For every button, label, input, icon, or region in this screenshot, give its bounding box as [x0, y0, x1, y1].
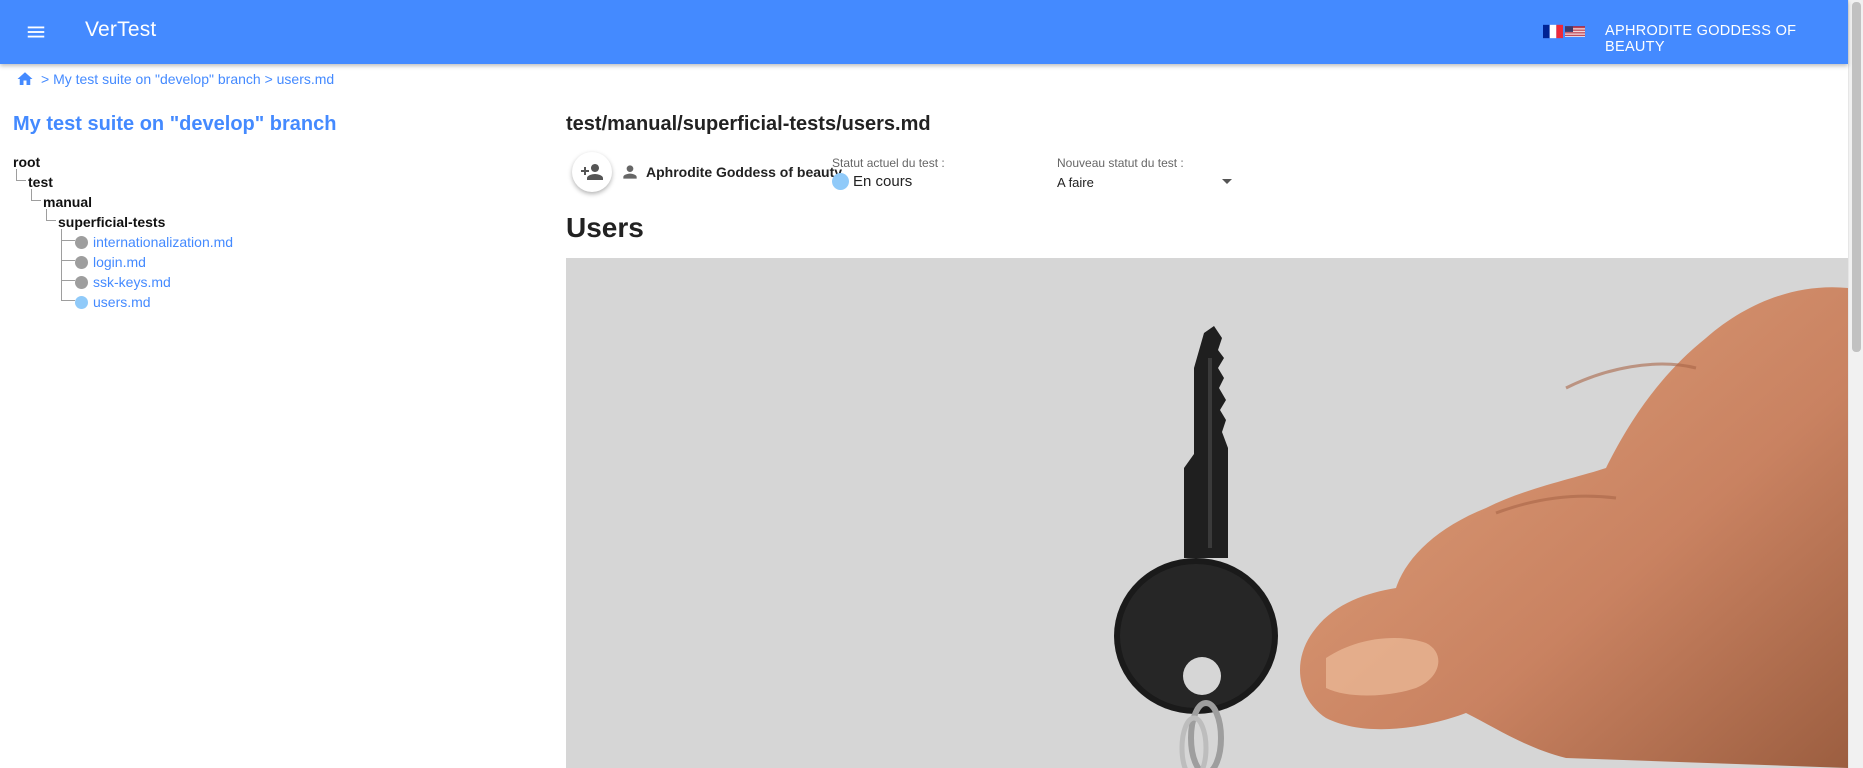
new-status: Nouveau statut du test : A faire: [1057, 156, 1232, 196]
file-path-title: test/manual/superficial-tests/users.md: [566, 113, 931, 135]
user-menu-button[interactable]: APHRODITE GODDESS OF BEAUTY: [1605, 23, 1848, 55]
current-status-label: En cours: [853, 173, 913, 190]
tree-file-label: ssk-keys.md: [93, 274, 171, 290]
new-status-caption: Nouveau statut du test :: [1057, 156, 1184, 170]
current-status-caption: Statut actuel du test :: [832, 156, 945, 170]
tree-file-label: login.md: [93, 254, 146, 270]
status-dot-icon: [832, 173, 849, 190]
breadcrumb: > My test suite on "develop" branch > us…: [16, 70, 334, 88]
tree-connector: [16, 169, 26, 181]
tree-file-internationalization[interactable]: internationalization.md: [75, 232, 233, 252]
home-icon[interactable]: [16, 70, 34, 88]
document-title: Users: [566, 212, 644, 243]
page-scrollbar[interactable]: [1848, 0, 1863, 768]
tree-connector: [46, 209, 56, 221]
tree-connector: [61, 261, 75, 281]
dropdown-arrow-icon: [1222, 179, 1232, 184]
tree-file-login[interactable]: login.md: [75, 252, 146, 272]
status-dot-icon: [75, 255, 88, 269]
flag-us-icon[interactable]: [1565, 24, 1585, 39]
tree-connector: [31, 189, 41, 201]
flag-fr-icon[interactable]: [1543, 24, 1563, 39]
new-status-select[interactable]: A faire: [1057, 175, 1232, 196]
new-status-selected-value: A faire: [1057, 175, 1094, 190]
assignee: Aphrodite Goddess of beauty: [620, 162, 842, 182]
scrollbar-thumb[interactable]: [1852, 2, 1861, 352]
tree-file-label: internationalization.md: [93, 234, 234, 250]
breadcrumb-path[interactable]: > My test suite on "develop" branch > us…: [41, 71, 334, 87]
tree-connector: [61, 241, 75, 261]
tree-file-users[interactable]: users.md: [75, 292, 151, 312]
tree-file-label: users.md: [93, 294, 151, 310]
status-dot-icon: [75, 235, 88, 249]
app-title: VerTest: [85, 18, 157, 41]
menu-button[interactable]: [16, 12, 56, 52]
person-add-icon: [581, 164, 603, 180]
assign-user-button[interactable]: [572, 152, 612, 192]
app-bar: VerTest APHRODITE GODDESS OF BEAUTY: [0, 0, 1848, 64]
person-icon: [623, 165, 637, 179]
tree-file-ssk-keys[interactable]: ssk-keys.md: [75, 272, 171, 292]
hand-holding-key-image: [566, 258, 1848, 768]
tree-connector: [61, 229, 75, 241]
assignee-name: Aphrodite Goddess of beauty: [646, 164, 843, 180]
hamburger-menu-icon: [27, 26, 45, 38]
status-dot-icon: [75, 275, 88, 289]
current-status-value: En cours: [832, 173, 945, 190]
suite-title[interactable]: My test suite on "develop" branch: [13, 113, 336, 136]
status-dot-icon: [75, 295, 88, 309]
tree-connector: [61, 281, 75, 301]
current-status: Statut actuel du test : En cours: [832, 156, 945, 190]
language-flags: [1543, 24, 1585, 39]
document-image: [566, 258, 1848, 768]
